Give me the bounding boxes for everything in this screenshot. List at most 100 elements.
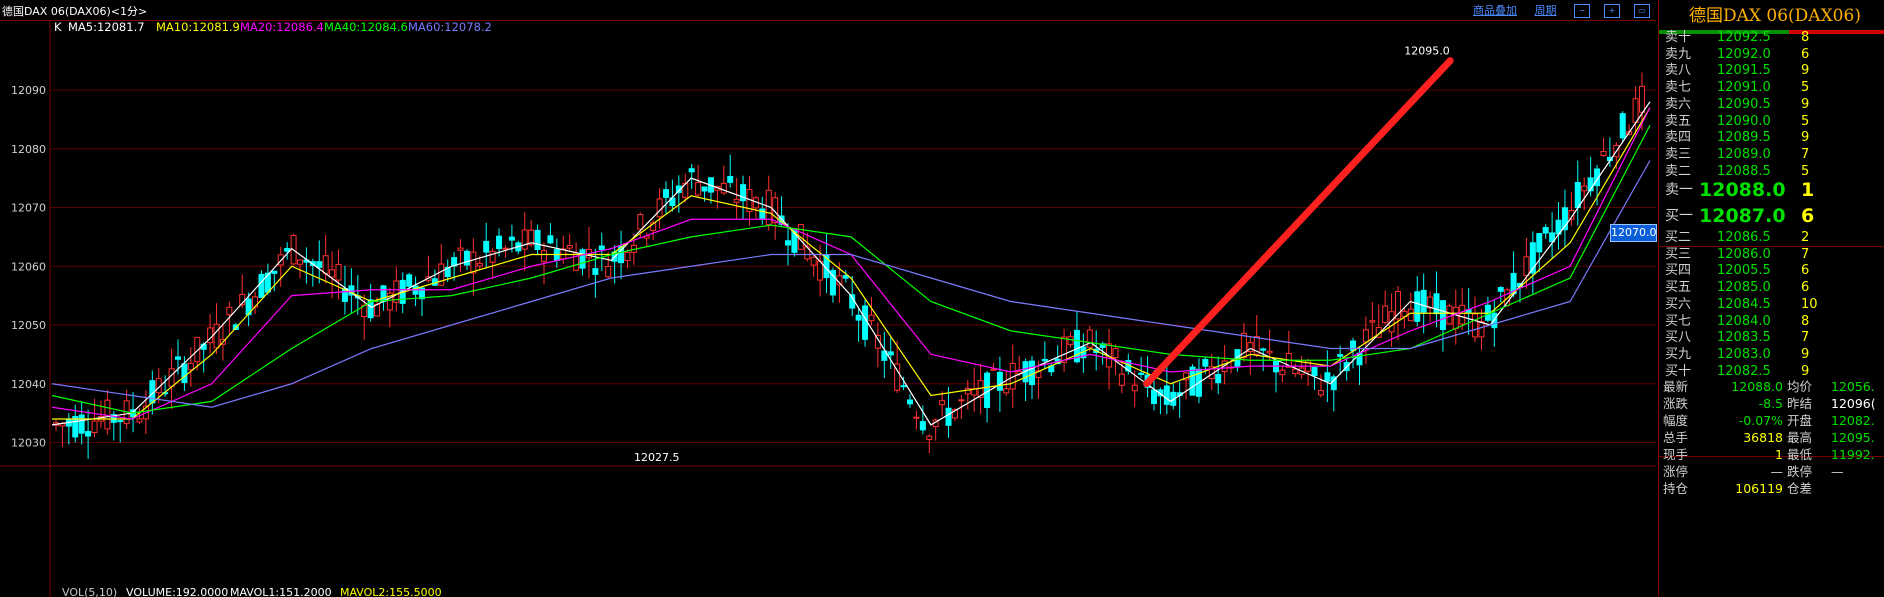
candle-body bbox=[862, 305, 869, 340]
candle-body bbox=[592, 268, 599, 275]
candle-body bbox=[907, 399, 913, 405]
candle-body bbox=[284, 247, 291, 252]
candle-body bbox=[521, 229, 528, 250]
candle-body bbox=[939, 400, 946, 406]
candle-body bbox=[958, 399, 965, 402]
y-tick-label: 12030 bbox=[11, 437, 46, 450]
level-price: 12088.0 bbox=[1699, 179, 1786, 201]
candle-body bbox=[1151, 389, 1157, 405]
candle-body bbox=[868, 314, 875, 322]
candle-body bbox=[656, 198, 663, 218]
candle-body bbox=[213, 323, 220, 349]
candle-body bbox=[1523, 256, 1530, 277]
candle-body bbox=[297, 259, 303, 265]
y-tick-label: 12080 bbox=[11, 143, 46, 156]
candle-body bbox=[855, 314, 862, 321]
candle-body bbox=[117, 420, 124, 423]
candle-body bbox=[1414, 291, 1421, 322]
candle-body bbox=[701, 186, 708, 192]
candle-body bbox=[104, 399, 111, 430]
zoom-in-icon[interactable]: + bbox=[1604, 4, 1620, 18]
legend-mavol2: MAVOL2:155.5000 bbox=[340, 586, 442, 597]
period-link[interactable]: 周期 bbox=[1535, 4, 1557, 17]
candle-body bbox=[541, 250, 547, 262]
candle-body bbox=[1581, 185, 1588, 192]
legend-k: K bbox=[54, 21, 62, 34]
candle-body bbox=[1382, 305, 1389, 324]
overlay-link[interactable]: 商品叠加 bbox=[1473, 4, 1517, 17]
candle-body bbox=[380, 285, 387, 303]
candle-body bbox=[1478, 321, 1485, 338]
candle-body bbox=[335, 263, 342, 281]
candle-body bbox=[996, 371, 1003, 391]
candle-body bbox=[945, 407, 952, 426]
level-label: 买一 bbox=[1665, 208, 1693, 224]
level-volume: 6 bbox=[1801, 205, 1815, 227]
candle-body bbox=[85, 431, 92, 437]
y-tick-label: 12090 bbox=[11, 84, 46, 97]
legend-volume: VOLUME:192.0000 bbox=[126, 586, 228, 597]
candle-body bbox=[637, 213, 644, 230]
candle-body bbox=[598, 245, 605, 250]
legend-mavol1: MAVOL1:151.2000 bbox=[230, 586, 332, 597]
candle-body bbox=[489, 250, 496, 263]
level-volume: 1 bbox=[1801, 179, 1815, 201]
candle-body bbox=[136, 418, 143, 423]
candle-body bbox=[1497, 287, 1504, 292]
level-label: 卖一 bbox=[1665, 182, 1693, 198]
quote-cell: 仓差 bbox=[1787, 481, 1813, 496]
candle-body bbox=[1542, 227, 1549, 234]
candle-body bbox=[78, 414, 85, 434]
candle-body bbox=[1215, 373, 1222, 384]
candle-body bbox=[1536, 233, 1543, 253]
kline-chart[interactable]: 12090 12080 12070 12060 12050 12040 12030 1209… bbox=[0, 21, 1656, 597]
candle-body bbox=[727, 175, 734, 183]
bid-row[interactable]: 买一 12087.0 6 bbox=[1659, 206, 1884, 226]
candle-body bbox=[990, 368, 997, 371]
zoom-out-icon[interactable]: − bbox=[1574, 4, 1590, 18]
candle-body bbox=[733, 198, 740, 203]
candle-body bbox=[547, 235, 554, 244]
y-tick-label: 12040 bbox=[11, 378, 46, 391]
legend-ma60: MA60:12078.2 bbox=[408, 21, 492, 34]
candle-body bbox=[1639, 85, 1645, 113]
window-icon[interactable]: ▭ bbox=[1634, 4, 1650, 18]
candle-body bbox=[1189, 366, 1196, 396]
legend-ma10: MA10:12081.9 bbox=[156, 21, 240, 34]
candle-body bbox=[1029, 360, 1035, 386]
candle-body bbox=[1279, 369, 1286, 376]
candle-body bbox=[1574, 182, 1581, 209]
candle-body bbox=[1362, 329, 1369, 343]
candle-body bbox=[1350, 340, 1357, 352]
candle-body bbox=[1112, 348, 1119, 359]
candle-body bbox=[316, 261, 323, 268]
candle-body bbox=[1292, 368, 1299, 375]
candle-body bbox=[1369, 320, 1376, 323]
candle-body bbox=[624, 251, 631, 262]
candle-body bbox=[926, 435, 933, 440]
candle-body bbox=[502, 247, 509, 250]
legend-vol: VOL(5,10) bbox=[62, 586, 117, 597]
candle-body bbox=[964, 387, 971, 395]
candle-body bbox=[534, 229, 541, 251]
candle-body bbox=[1600, 151, 1607, 156]
candle-body bbox=[1311, 367, 1318, 377]
quote-cell: 持仓 bbox=[1663, 481, 1689, 496]
candle-body bbox=[463, 250, 470, 266]
annotation-low: 12027.5 bbox=[634, 451, 680, 464]
candle-body bbox=[1266, 350, 1273, 354]
quote-row: 持仓 106119 仓差 bbox=[1659, 479, 1884, 499]
candle-body bbox=[1407, 308, 1414, 322]
candle-body bbox=[900, 385, 907, 388]
candle-body bbox=[322, 255, 329, 275]
candle-body bbox=[1619, 113, 1626, 139]
y-tick-label: 12050 bbox=[11, 319, 46, 332]
ask-row[interactable]: 卖一 12088.0 1 bbox=[1659, 180, 1884, 200]
candle-body bbox=[1433, 293, 1440, 315]
candle-body bbox=[476, 262, 483, 267]
candle-body bbox=[483, 240, 490, 253]
candle-body bbox=[508, 236, 515, 241]
candle-body bbox=[271, 270, 278, 274]
candle-body bbox=[258, 273, 265, 298]
candle-body bbox=[91, 420, 98, 434]
